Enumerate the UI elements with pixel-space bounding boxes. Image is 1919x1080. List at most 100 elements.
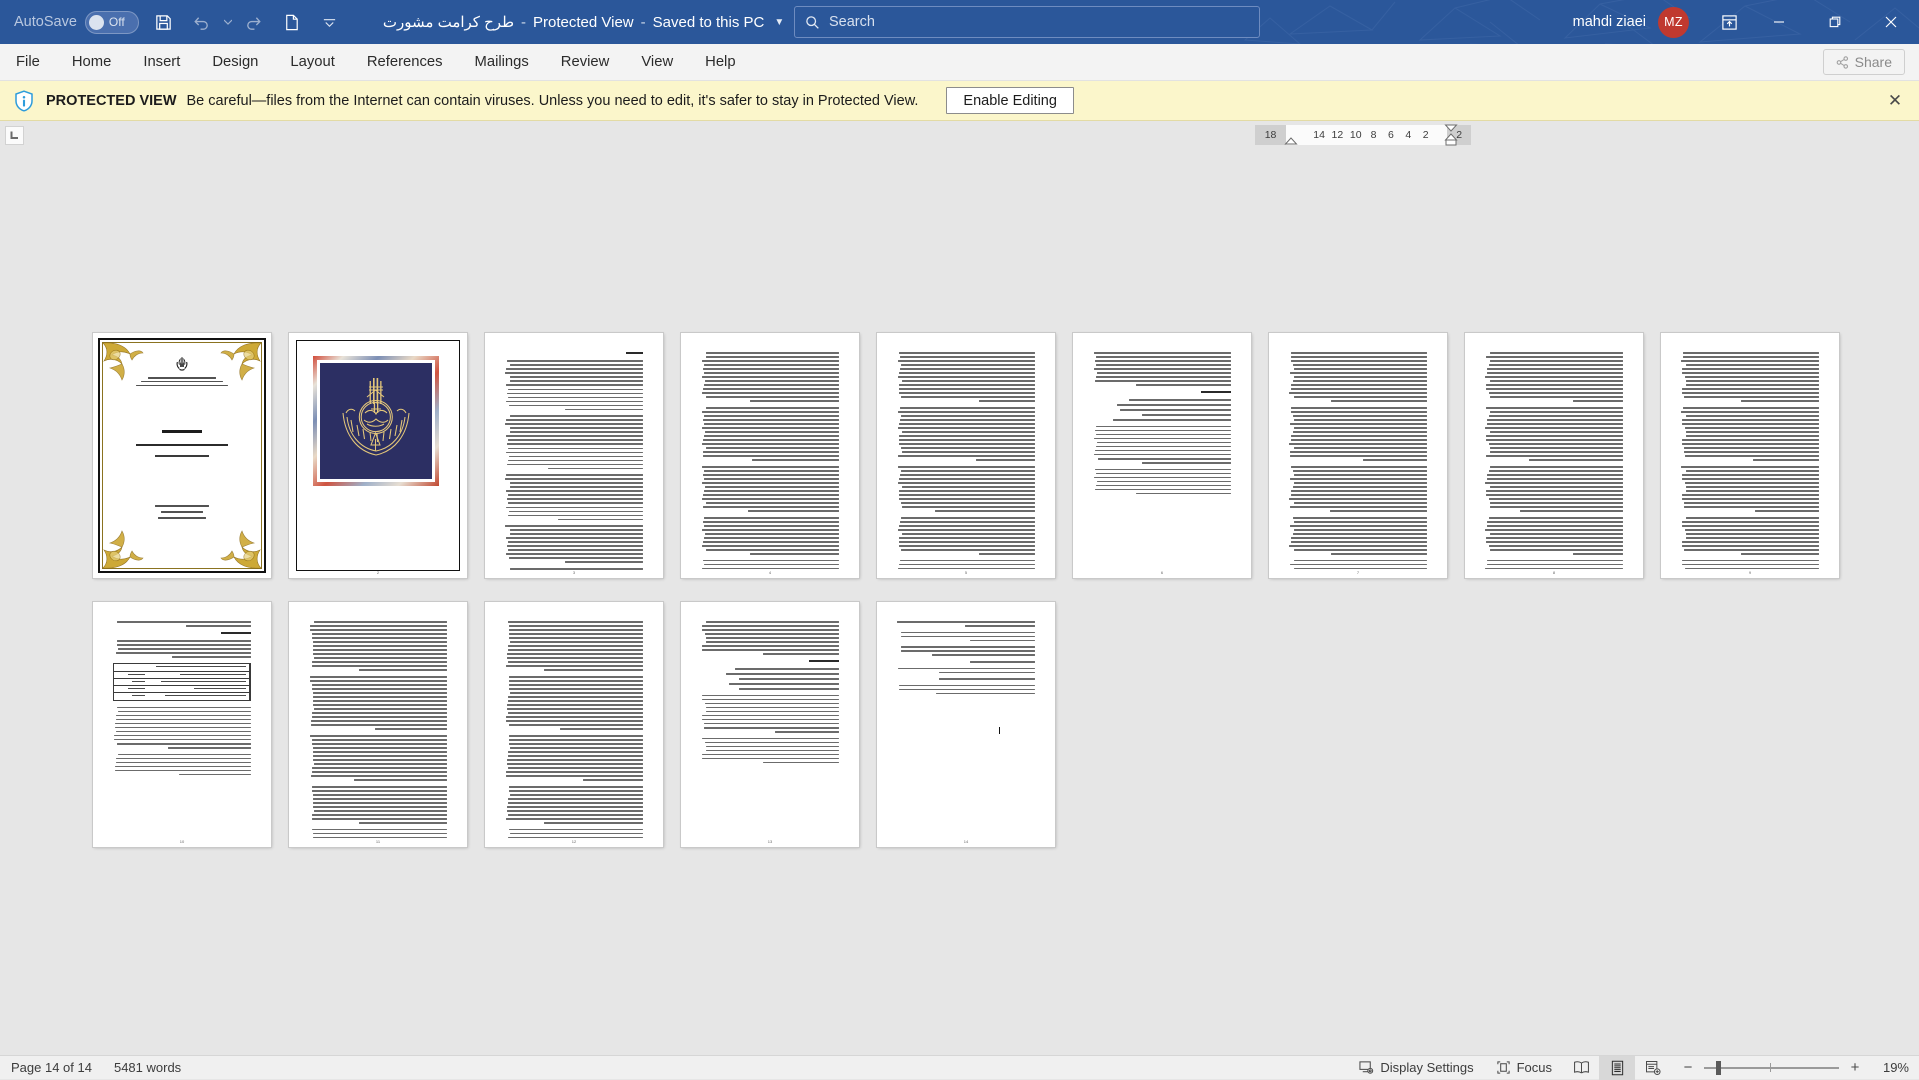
text-line bbox=[704, 564, 839, 566]
hanging-indent-marker[interactable] bbox=[1443, 123, 1459, 147]
display-settings-button[interactable]: Display Settings bbox=[1348, 1056, 1484, 1080]
document-page-9[interactable]: 9 bbox=[1661, 333, 1839, 578]
text-paragraph bbox=[1485, 407, 1623, 461]
word-count[interactable]: 5481 words bbox=[103, 1056, 192, 1080]
tab-file[interactable]: File bbox=[0, 44, 56, 81]
page-content bbox=[296, 340, 460, 571]
customize-qat-icon[interactable] bbox=[311, 3, 349, 41]
document-page-5[interactable]: 5 bbox=[877, 333, 1055, 578]
document-page-7[interactable]: 7 bbox=[1269, 333, 1447, 578]
focus-button[interactable]: Focus bbox=[1485, 1056, 1563, 1080]
autosave-toggle[interactable]: Off bbox=[85, 11, 139, 34]
tab-mailings[interactable]: Mailings bbox=[459, 44, 545, 81]
text-line bbox=[313, 751, 447, 753]
tab-design[interactable]: Design bbox=[196, 44, 274, 81]
text-line bbox=[1681, 466, 1819, 468]
text-line bbox=[900, 407, 1035, 409]
undo-dropdown-icon[interactable] bbox=[221, 3, 235, 41]
new-doc-icon[interactable] bbox=[273, 3, 311, 41]
document-page-8[interactable]: 8 bbox=[1465, 333, 1643, 578]
text-line bbox=[900, 521, 1035, 523]
tab-help[interactable]: Help bbox=[689, 44, 751, 81]
text-line bbox=[748, 510, 839, 512]
zoom-out-button[interactable]: − bbox=[1681, 1059, 1695, 1076]
document-title-group[interactable]: طرح کرامت مشورت - Protected View - Saved… bbox=[383, 13, 784, 31]
redo-icon[interactable] bbox=[235, 3, 273, 41]
tab-references[interactable]: References bbox=[351, 44, 459, 81]
document-page-13[interactable]: 13 bbox=[681, 602, 859, 847]
document-table bbox=[113, 663, 251, 701]
page-indicator[interactable]: Page 14 of 14 bbox=[0, 1056, 103, 1080]
page-content bbox=[492, 340, 656, 571]
text-line bbox=[1291, 439, 1427, 441]
tab-insert[interactable]: Insert bbox=[127, 44, 196, 81]
restore-button[interactable] bbox=[1807, 0, 1863, 44]
search-input[interactable]: Search bbox=[794, 6, 1260, 38]
cover-corner-ornament-icon bbox=[220, 527, 264, 571]
tab-stop-L-icon bbox=[5, 126, 24, 145]
tab-review[interactable]: Review bbox=[545, 44, 626, 81]
text-line bbox=[1682, 494, 1819, 496]
first-line-indent-marker[interactable] bbox=[1283, 125, 1299, 147]
tab-layout[interactable]: Layout bbox=[274, 44, 350, 81]
text-line bbox=[705, 533, 839, 535]
document-page-11[interactable]: 11 bbox=[289, 602, 467, 847]
close-button[interactable] bbox=[1863, 0, 1919, 44]
document-page-12[interactable]: 12 bbox=[485, 602, 663, 847]
text-line bbox=[704, 517, 839, 519]
text-line bbox=[506, 474, 643, 476]
text-paragraph bbox=[701, 621, 839, 655]
undo-icon[interactable] bbox=[183, 3, 221, 41]
text-line bbox=[506, 665, 643, 667]
text-line bbox=[703, 455, 839, 457]
tab-view[interactable]: View bbox=[625, 44, 689, 81]
minimize-button[interactable] bbox=[1751, 0, 1807, 44]
page-content bbox=[492, 609, 656, 840]
avatar[interactable]: MZ bbox=[1658, 7, 1689, 38]
protected-view-badge: PROTECTED VIEW bbox=[46, 93, 177, 109]
text-line bbox=[1095, 380, 1231, 382]
text-line bbox=[544, 822, 643, 824]
text-line bbox=[706, 750, 839, 752]
text-line bbox=[702, 629, 839, 631]
print-layout-icon[interactable] bbox=[1599, 1056, 1635, 1080]
ribbon-display-options-icon[interactable] bbox=[1707, 0, 1751, 44]
web-layout-icon[interactable] bbox=[1635, 1056, 1671, 1080]
text-line bbox=[1682, 392, 1819, 394]
text-paragraph bbox=[1681, 407, 1819, 461]
document-page-4[interactable]: 4 bbox=[681, 333, 859, 578]
save-icon[interactable] bbox=[145, 3, 183, 41]
read-mode-icon[interactable] bbox=[1563, 1056, 1599, 1080]
text-line bbox=[1741, 553, 1819, 555]
text-line bbox=[1487, 560, 1623, 562]
title-chevron-down-icon[interactable]: ▼ bbox=[774, 17, 784, 28]
zoom-control[interactable]: − + 19% bbox=[1681, 1059, 1909, 1076]
text-line bbox=[1142, 462, 1231, 464]
text-line bbox=[506, 775, 643, 777]
document-page-3[interactable]: 3 bbox=[485, 333, 663, 578]
autosave-control[interactable]: AutoSave Off bbox=[14, 11, 145, 34]
tab-home[interactable]: Home bbox=[56, 44, 127, 81]
document-canvas[interactable]: 2345678 9 1011121314 bbox=[0, 147, 1919, 1055]
enable-editing-button[interactable]: Enable Editing bbox=[946, 87, 1074, 114]
zoom-in-button[interactable]: + bbox=[1848, 1059, 1862, 1076]
document-page-10[interactable]: 10 bbox=[93, 602, 271, 847]
document-page-14[interactable]: 14 bbox=[877, 602, 1055, 847]
document-page-6[interactable]: 6 bbox=[1073, 333, 1251, 578]
document-page-1[interactable] bbox=[93, 333, 271, 578]
text-line bbox=[510, 380, 643, 382]
page-slot: 5 bbox=[868, 333, 1064, 602]
zoom-level-label[interactable]: 19% bbox=[1871, 1060, 1909, 1075]
document-page-2[interactable]: 2 bbox=[289, 333, 467, 578]
zoom-slider[interactable] bbox=[1704, 1067, 1839, 1069]
cover-emblem bbox=[93, 355, 271, 373]
close-icon[interactable]: ✕ bbox=[1885, 91, 1905, 111]
text-line bbox=[899, 537, 1035, 539]
page-number: 9 bbox=[1661, 570, 1839, 575]
zoom-slider-thumb[interactable] bbox=[1716, 1061, 1721, 1075]
text-line bbox=[939, 678, 1035, 680]
text-line bbox=[1486, 384, 1623, 386]
tab-selector[interactable] bbox=[2, 123, 27, 147]
text-line bbox=[1486, 407, 1623, 409]
share-button[interactable]: Share bbox=[1823, 49, 1905, 75]
